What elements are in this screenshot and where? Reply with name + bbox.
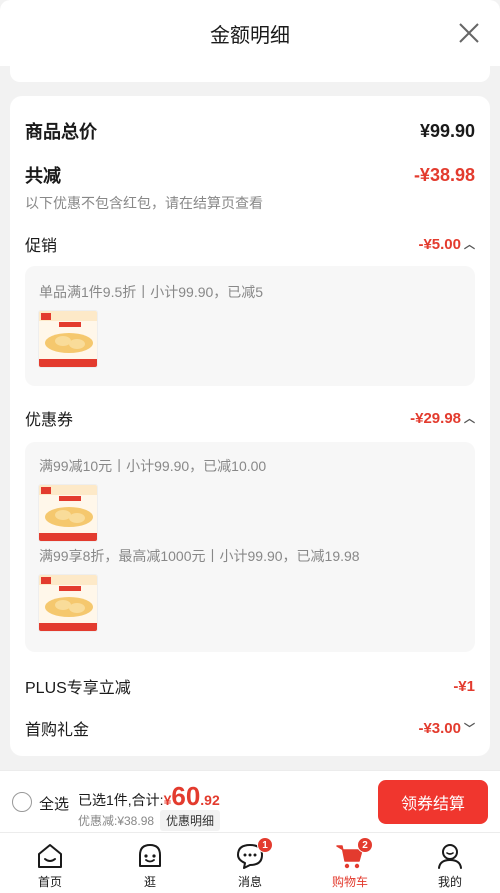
tab-label: 逛 — [143, 875, 156, 889]
coupon-row[interactable]: 优惠券 -¥29.98 ︿ — [25, 406, 475, 430]
tab-profile[interactable]: 我的 — [400, 833, 500, 893]
coupon-detail-box: 满99减10元丨小计99.90，已减10.00 满99享8折，最高减1000元丨… — [25, 442, 475, 652]
total-price-value: ¥99.90 — [419, 120, 475, 141]
product-thumbnail — [38, 574, 98, 632]
chevron-up-icon: ︿ — [464, 239, 475, 251]
amount-detail-card: 商品总价 ¥99.90 共减 -¥38.98 以下优惠不包含红包，请在结算页查看… — [10, 96, 490, 756]
coupon-value-wrap: -¥29.98 ︿ — [410, 410, 475, 427]
first-gift-row[interactable]: 首购礼金 -¥3.00 ﹀ — [25, 716, 475, 740]
total-amount-decimal: .92 — [200, 792, 220, 808]
coupon-value: -¥29.98 — [410, 409, 461, 427]
message-badge: 1 — [257, 837, 273, 853]
tab-browse[interactable]: 逛 — [100, 833, 200, 893]
plus-discount-row: PLUS专享立减 -¥1 — [25, 674, 475, 698]
discount-detail-button[interactable]: 优惠明细 — [160, 810, 221, 831]
tab-label: 我的 — [437, 875, 462, 889]
plus-discount-label: PLUS专享立减 — [25, 680, 131, 697]
tab-label: 消息 — [237, 875, 262, 889]
select-all-radio[interactable] — [12, 792, 32, 812]
first-gift-value: -¥3.00 — [418, 719, 461, 737]
promotion-row[interactable]: 促销 -¥5.00 ︿ — [25, 232, 475, 256]
total-price-row: 商品总价 ¥99.90 — [25, 118, 475, 144]
tab-home[interactable]: 首页 — [0, 833, 100, 893]
selected-summary: 已选1件,合计: ¥ 60 .92 — [78, 783, 220, 810]
close-icon[interactable] — [458, 22, 480, 44]
select-all-label[interactable]: 全选 — [39, 793, 69, 814]
checkout-button[interactable]: 领券结算 — [378, 780, 488, 824]
coupon-item-text: 满99享8折，最高减1000元丨小计99.90，已减19.98 — [39, 548, 360, 564]
first-gift-label: 首购礼金 — [25, 722, 90, 739]
cart-badge: 2 — [357, 837, 373, 853]
cart-icon-wrap: 2 — [335, 837, 373, 871]
currency-symbol: ¥ — [163, 792, 172, 808]
total-reduce-label: 共减 — [25, 166, 61, 186]
product-thumbnail — [38, 484, 98, 542]
promotion-value: -¥5.00 — [418, 235, 461, 253]
home-icon — [38, 844, 62, 868]
sheet-header: 金额明细 — [0, 0, 500, 66]
previous-card-tail — [10, 66, 490, 82]
promotion-value-wrap: -¥5.00 ︿ — [418, 236, 475, 253]
discount-summary: 优惠减:¥38.98 优惠明细 — [78, 810, 221, 831]
total-amount-integer: 60 — [171, 781, 201, 811]
amount-detail-sheet: 金额明细 商品总价 ¥99.90 共减 -¥38.98 以下优惠不包含红包，请在… — [0, 0, 500, 770]
selected-text: 已选1件,合计: — [78, 792, 164, 808]
promotion-label: 促销 — [25, 238, 58, 255]
message-icon-wrap: 1 — [235, 837, 273, 871]
browse-face-icon — [139, 844, 161, 867]
bottom-tab-bar: 首页 逛 1 消息 2 购物车 我的 — [0, 832, 500, 893]
product-thumbnail — [38, 310, 98, 368]
tab-label: 首页 — [37, 875, 62, 889]
coupon-item-text: 满99减10元丨小计99.90，已减10.00 — [39, 458, 267, 474]
total-reduce-value: -¥38.98 — [413, 164, 475, 185]
profile-icon — [438, 844, 462, 869]
tab-label: 购物车 — [331, 875, 368, 889]
chevron-down-icon: ﹀ — [464, 723, 475, 735]
coupon-label: 优惠券 — [25, 412, 74, 429]
chevron-up-icon: ︿ — [464, 413, 475, 425]
discount-text: 优惠减:¥38.98 — [78, 814, 155, 828]
promotion-item-text: 单品满1件9.5折丨小计99.90，已减5 — [39, 284, 264, 300]
plus-discount-value: -¥1 — [453, 677, 475, 695]
checkout-bar: 全选 已选1件,合计: ¥ 60 .92 优惠减:¥38.98 优惠明细 领券结… — [0, 770, 500, 832]
tab-messages[interactable]: 1 消息 — [200, 833, 300, 893]
total-reduce-row: 共减 -¥38.98 — [25, 162, 475, 188]
total-price-label: 商品总价 — [25, 122, 97, 142]
first-gift-value-wrap: -¥3.00 ﹀ — [418, 720, 475, 737]
promotion-detail-box: 单品满1件9.5折丨小计99.90，已减5 — [25, 266, 475, 386]
tab-cart[interactable]: 2 购物车 — [300, 833, 400, 893]
sheet-title: 金额明细 — [210, 24, 290, 47]
redpacket-note: 以下优惠不包含红包，请在结算页查看 — [25, 195, 263, 211]
